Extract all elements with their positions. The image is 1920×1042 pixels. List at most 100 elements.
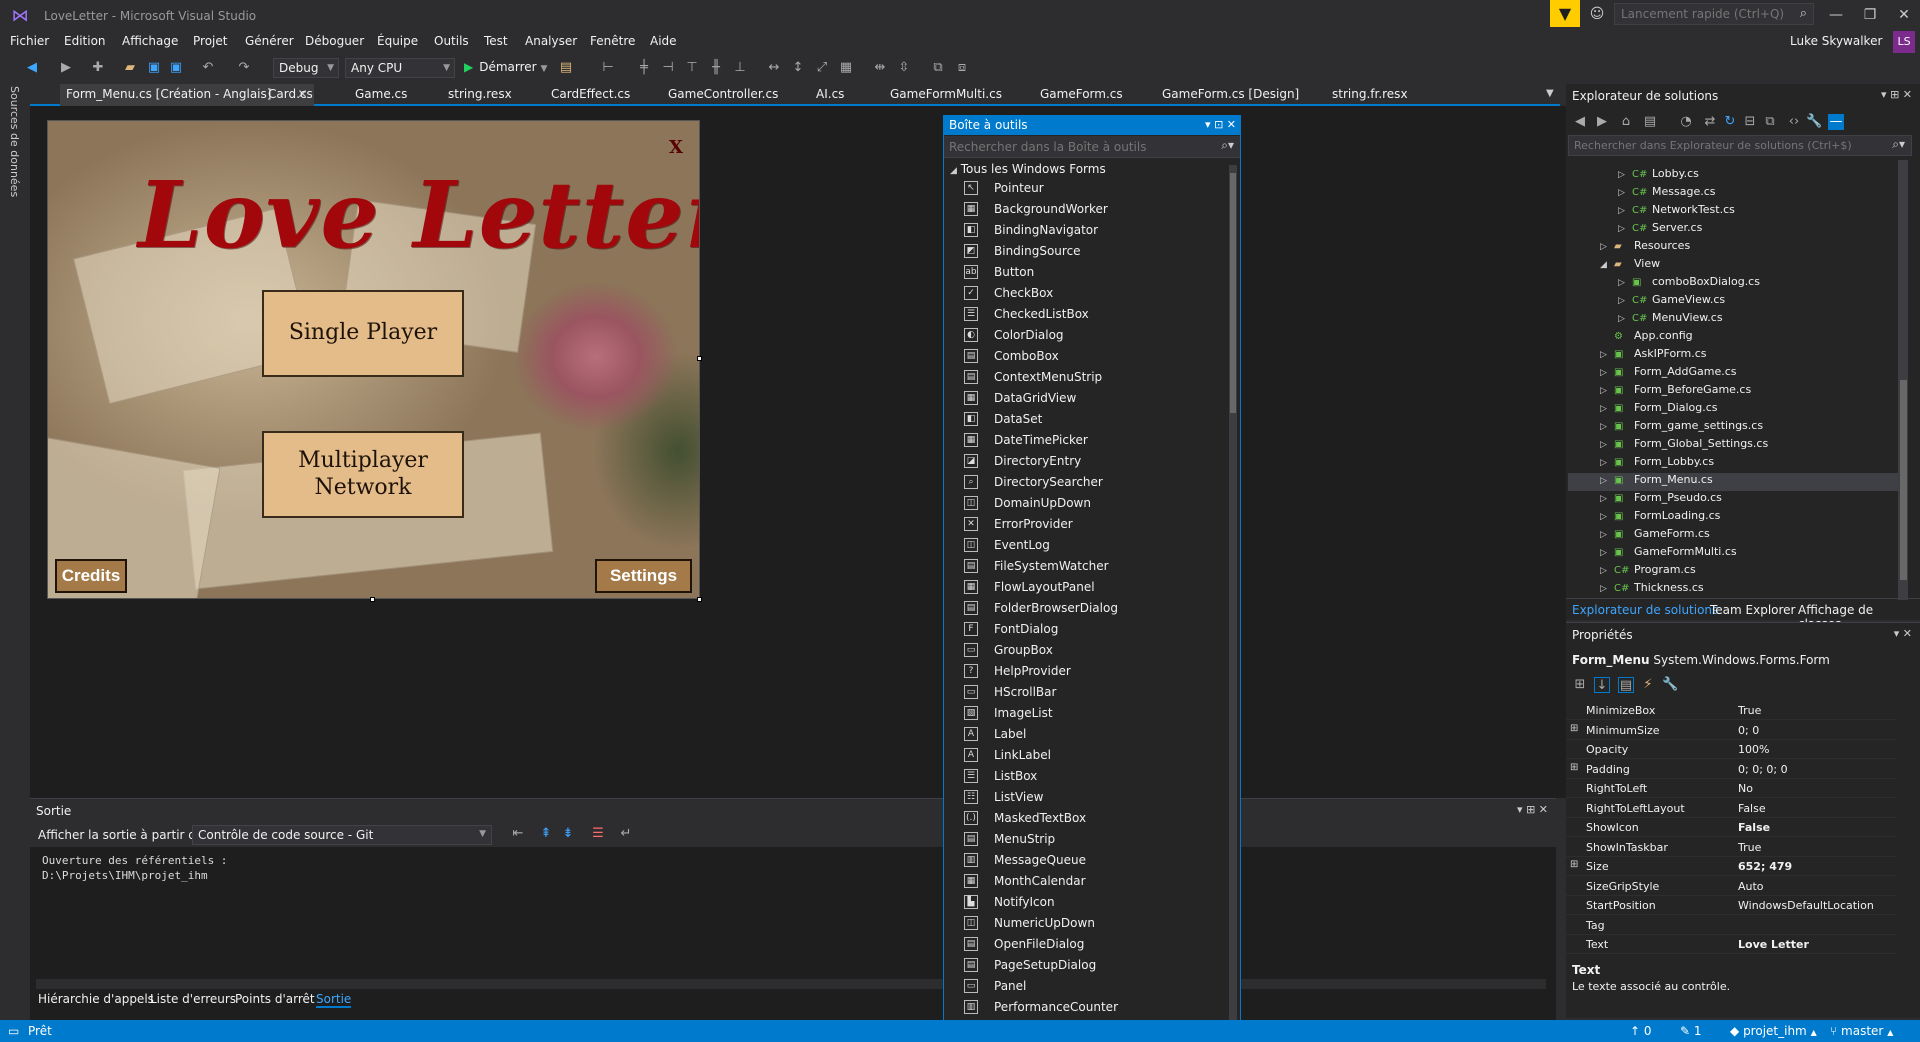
bring-to-front-icon[interactable]: ⧉ <box>930 60 946 76</box>
tab-card[interactable]: Card.cs <box>268 87 313 101</box>
property-pages-icon[interactable]: 🔧 <box>1662 677 1678 693</box>
property-row[interactable]: Opacity 100% <box>1566 740 1896 759</box>
panel-window-buttons[interactable]: ▾ ⊞ ✕ <box>1517 803 1548 816</box>
tree-item[interactable]: ▷ ▣ AskIPForm.cs <box>1600 347 1707 365</box>
toolbox-item[interactable]: A LinkLabel <box>944 745 1224 766</box>
property-row[interactable]: ⊞ MinimumSize 0; 0 <box>1566 721 1896 740</box>
toolbox-item[interactable]: ☷ ListView <box>944 787 1224 808</box>
toolbox-item[interactable]: ▭ Panel <box>944 976 1224 997</box>
search-icon[interactable]: ⌕▾ <box>1892 137 1905 152</box>
menu-generer[interactable]: Générer <box>245 34 294 48</box>
toolbox-item[interactable]: ▭ GroupBox <box>944 640 1224 661</box>
property-value[interactable]: 0; 0; 0; 0 <box>1738 763 1788 776</box>
property-value[interactable]: No <box>1738 782 1753 795</box>
unpublished-commits[interactable]: ↑ 0 <box>1630 1024 1652 1038</box>
expand-icon[interactable]: ⊞ <box>1570 723 1578 734</box>
toolbox-item[interactable]: ▤ FolderBrowserDialog <box>944 598 1224 619</box>
tree-item[interactable]: ▷ ▣ Form_Lobby.cs <box>1600 455 1714 473</box>
tree-item[interactable]: ▷ C# NetworkTest.cs <box>1618 203 1735 221</box>
tree-item[interactable]: ▷ ▣ Form_AddGame.cs <box>1600 365 1737 383</box>
back-icon[interactable]: ◀ <box>24 60 40 76</box>
toolbox-item[interactable]: ▥ PerformanceCounter <box>944 997 1224 1018</box>
tree-item[interactable]: ▷ ▣ GameForm.cs <box>1600 527 1710 545</box>
solution-explorer-scroll-thumb[interactable] <box>1900 380 1907 580</box>
toolbox-group-header[interactable]: ◢ Tous les Windows Forms <box>950 162 1106 176</box>
tree-item[interactable]: ▷ C# GameView.cs <box>1618 293 1725 311</box>
toolbox-item[interactable]: ☰ CheckedListBox <box>944 304 1224 325</box>
toolbox-search[interactable]: ⌕▾ <box>944 136 1240 158</box>
tree-item[interactable]: ⚙ App.config <box>1600 329 1693 347</box>
toolbox-item[interactable]: ◪ DirectoryEntry <box>944 451 1224 472</box>
avatar[interactable]: LS <box>1893 31 1915 53</box>
expand-icon[interactable]: ▷ <box>1600 494 1614 504</box>
toolbox-item[interactable]: (.) MaskedTextBox <box>944 808 1224 829</box>
properties-view-icon[interactable]: ▤ <box>1618 677 1634 693</box>
open-file-icon[interactable]: ▰ <box>122 60 138 76</box>
toolbox-item[interactable]: ▦ MonthCalendar <box>944 871 1224 892</box>
property-row[interactable]: MinimizeBox True <box>1566 701 1896 720</box>
toolbox-item[interactable]: ▤ PageSetupDialog <box>944 955 1224 976</box>
toolbox-item[interactable]: ▤ FileSystemWatcher <box>944 556 1224 577</box>
property-value[interactable]: True <box>1738 841 1761 854</box>
alphabetical-icon[interactable]: ↓ <box>1594 677 1610 693</box>
save-icon[interactable]: ▣ <box>146 60 162 76</box>
toolbox-item[interactable]: ◫ EventLog <box>944 535 1224 556</box>
property-row[interactable]: StartPosition WindowsDefaultLocation <box>1566 896 1896 915</box>
expand-icon[interactable]: ▷ <box>1600 422 1614 432</box>
tree-item[interactable]: ▷ ▣ Form_Global_Settings.cs <box>1600 437 1768 455</box>
collapse-icon[interactable]: ◢ <box>1600 260 1614 270</box>
toolbox-item[interactable]: ? HelpProvider <box>944 661 1224 682</box>
toolbox-item[interactable]: ▤ ComboBox <box>944 346 1224 367</box>
search-icon[interactable]: ⌕ <box>1800 6 1807 21</box>
tab-cardeffect[interactable]: CardEffect.cs <box>551 87 630 101</box>
menu-fenetre[interactable]: Fenêtre <box>590 34 635 48</box>
previous-message-icon[interactable]: ⇞ <box>538 826 554 842</box>
toolbox-item[interactable]: ▧ ImageList <box>944 703 1224 724</box>
expand-icon[interactable]: ▷ <box>1600 566 1614 576</box>
align-left-icon[interactable]: ⊢ <box>600 60 616 76</box>
tree-item[interactable]: ▷ ▣ comboBoxDialog.cs <box>1618 275 1760 293</box>
toolbox-item[interactable]: ▦ DateTimePicker <box>944 430 1224 451</box>
resize-handle-corner[interactable] <box>697 597 702 602</box>
back-icon[interactable]: ◀ <box>1572 114 1588 130</box>
toolbox-item[interactable]: ◫ DomainUpDown <box>944 493 1224 514</box>
tab-solution-explorer[interactable]: Explorateur de solutions <box>1572 603 1718 617</box>
resize-handle-bottom[interactable] <box>370 597 375 602</box>
property-row[interactable]: ⊞ Size 652; 479 <box>1566 857 1896 876</box>
panel-window-buttons[interactable]: ▾ ⊞ ✕ <box>1881 88 1912 101</box>
expand-icon[interactable]: ▷ <box>1600 404 1614 414</box>
pending-changes-filter-icon[interactable]: ◔ <box>1678 114 1694 130</box>
property-value[interactable]: WindowsDefaultLocation <box>1738 899 1874 912</box>
tab-gameform-design[interactable]: GameForm.cs [Design] <box>1162 87 1299 101</box>
sync-icon[interactable]: ⇄ <box>1702 114 1718 130</box>
output-source-select[interactable]: Contrôle de code source - Git ▼ <box>192 825 492 845</box>
tree-item[interactable]: ▷ C# Lobby.cs <box>1618 167 1699 185</box>
tree-item[interactable]: ▷ C# Program.cs <box>1600 563 1696 581</box>
menu-projet[interactable]: Projet <box>193 34 227 48</box>
toolbox-item[interactable]: ◩ BindingSource <box>944 241 1224 262</box>
forward-icon[interactable]: ▶ <box>1594 114 1610 130</box>
horizontal-spacing-icon[interactable]: ⇹ <box>872 60 888 76</box>
expand-icon[interactable]: ▷ <box>1618 188 1632 198</box>
expand-icon[interactable]: ▷ <box>1600 242 1614 252</box>
expand-icon[interactable]: ▷ <box>1600 584 1614 594</box>
tree-item[interactable]: ▷ ▣ GameFormMulti.cs <box>1600 545 1737 563</box>
tree-item[interactable]: ▷ ▣ Form_Pseudo.cs <box>1600 491 1722 509</box>
tabs-dropdown-icon[interactable]: ▼ <box>1546 88 1554 99</box>
toolbox-window-buttons[interactable]: ▾ ⊡ ✕ <box>1205 118 1236 131</box>
toolbox-item[interactable]: ▦ DataGridView <box>944 388 1224 409</box>
expand-icon[interactable]: ▷ <box>1600 458 1614 468</box>
user-name[interactable]: Luke Skywalker <box>1790 34 1882 48</box>
tab-string-fr-resx[interactable]: string.fr.resx <box>1332 87 1408 101</box>
menu-equipe[interactable]: Équipe <box>377 34 418 48</box>
toolbox-search-input[interactable] <box>944 136 1204 157</box>
menu-affichage[interactable]: Affichage <box>122 34 178 48</box>
property-row[interactable]: Tag <box>1566 916 1896 935</box>
close-button[interactable]: ✕ <box>1890 4 1918 26</box>
property-row[interactable]: RightToLeftLayout False <box>1566 799 1896 818</box>
toolbox-item[interactable]: ☰ ListBox <box>944 766 1224 787</box>
feedback-icon[interactable]: ☺ <box>1588 6 1606 24</box>
toolbox-item[interactable]: ✓ CheckBox <box>944 283 1224 304</box>
property-row[interactable]: ⊞ Padding 0; 0; 0; 0 <box>1566 760 1896 779</box>
toolbox-item[interactable]: ▤ ContextMenuStrip <box>944 367 1224 388</box>
